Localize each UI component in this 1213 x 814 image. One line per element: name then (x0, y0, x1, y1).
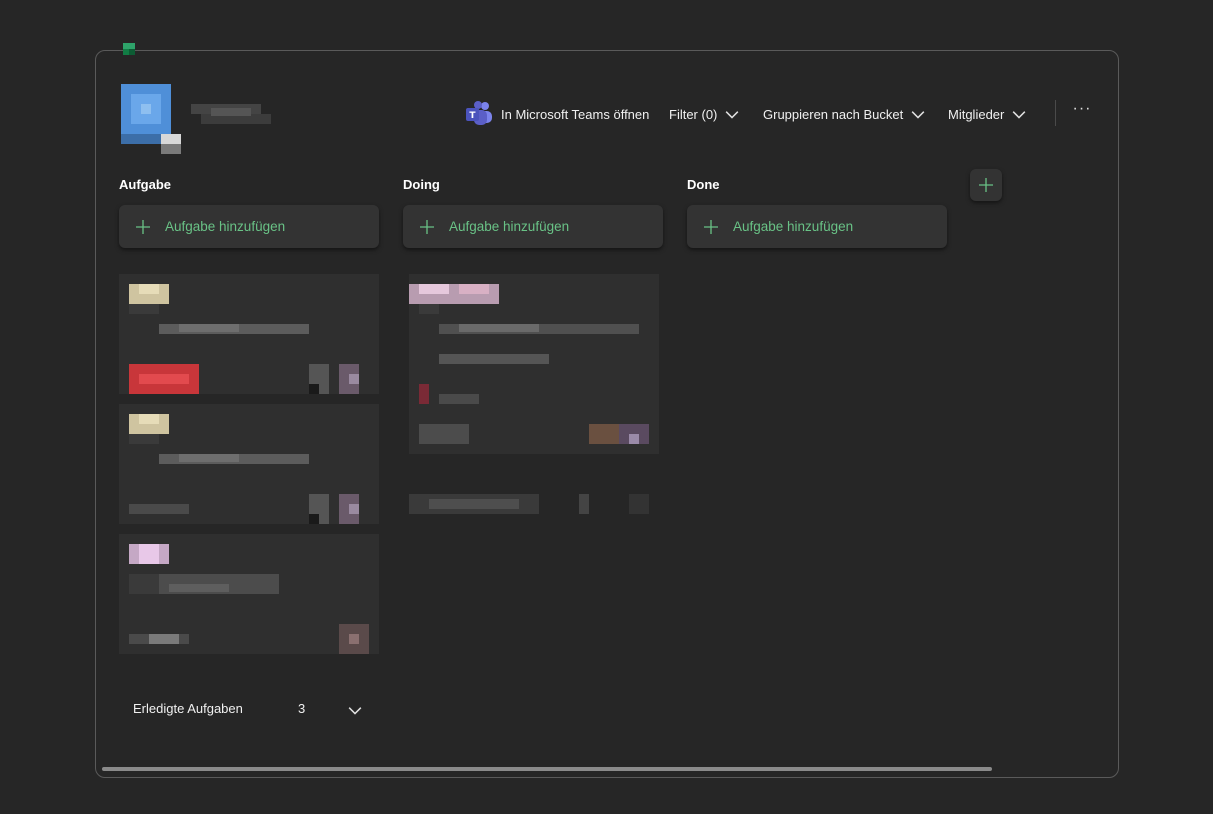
chevron-down-icon (911, 111, 925, 119)
plus-icon (704, 219, 718, 234)
task-card[interactable] (409, 274, 659, 454)
plan-avatar[interactable] (121, 84, 181, 154)
svg-text:T: T (469, 111, 476, 121)
filter-button-label: Filter (0) (669, 106, 718, 122)
completed-tasks-count: 3 (298, 700, 306, 716)
completed-tasks-toggle[interactable]: Erledigte Aufgaben 3 (119, 690, 379, 726)
plan-name-redacted (191, 104, 271, 124)
completed-tasks-label: Erledigte Aufgaben (133, 700, 243, 716)
group-by-button[interactable]: Gruppieren nach Bucket (763, 98, 925, 130)
planner-logo-icon (123, 43, 135, 55)
teams-button[interactable]: T In Microsoft Teams öffnen (465, 98, 649, 130)
horizontal-scrollbar[interactable] (102, 767, 992, 771)
plus-icon (979, 178, 993, 192)
add-bucket-button[interactable] (970, 169, 1002, 201)
add-task-label: Aufgabe hinzufügen (165, 219, 286, 234)
task-card[interactable] (119, 274, 379, 394)
group-by-label: Gruppieren nach Bucket (763, 106, 904, 122)
filter-button[interactable]: Filter (0) (669, 98, 739, 130)
bucket-title-doing[interactable]: Doing (403, 177, 440, 192)
task-card-collapsed[interactable] (409, 494, 659, 514)
task-card[interactable] (119, 404, 379, 524)
plus-icon (420, 219, 434, 234)
plus-icon (136, 219, 150, 234)
add-task-button[interactable]: Aufgabe hinzufügen (119, 205, 379, 248)
add-task-button[interactable]: Aufgabe hinzufügen (403, 205, 663, 248)
chevron-down-icon (1012, 111, 1026, 119)
teams-button-label: In Microsoft Teams öffnen (501, 106, 650, 122)
chevron-down-icon (726, 111, 739, 119)
toolbar-divider (1055, 100, 1056, 126)
bucket-title-done[interactable]: Done (687, 177, 720, 192)
add-task-label: Aufgabe hinzufügen (449, 219, 570, 234)
bucket-title-aufgabe[interactable]: Aufgabe (119, 177, 171, 192)
teams-icon: T (466, 101, 492, 125)
add-task-label: Aufgabe hinzufügen (733, 219, 854, 234)
more-options-button[interactable]: ··· (1070, 100, 1094, 120)
chevron-down-icon (348, 707, 362, 715)
task-card[interactable] (119, 534, 379, 654)
members-label: Mitglieder (948, 106, 1005, 122)
members-button[interactable]: Mitglieder (948, 98, 1026, 130)
add-task-button[interactable]: Aufgabe hinzufügen (687, 205, 947, 248)
